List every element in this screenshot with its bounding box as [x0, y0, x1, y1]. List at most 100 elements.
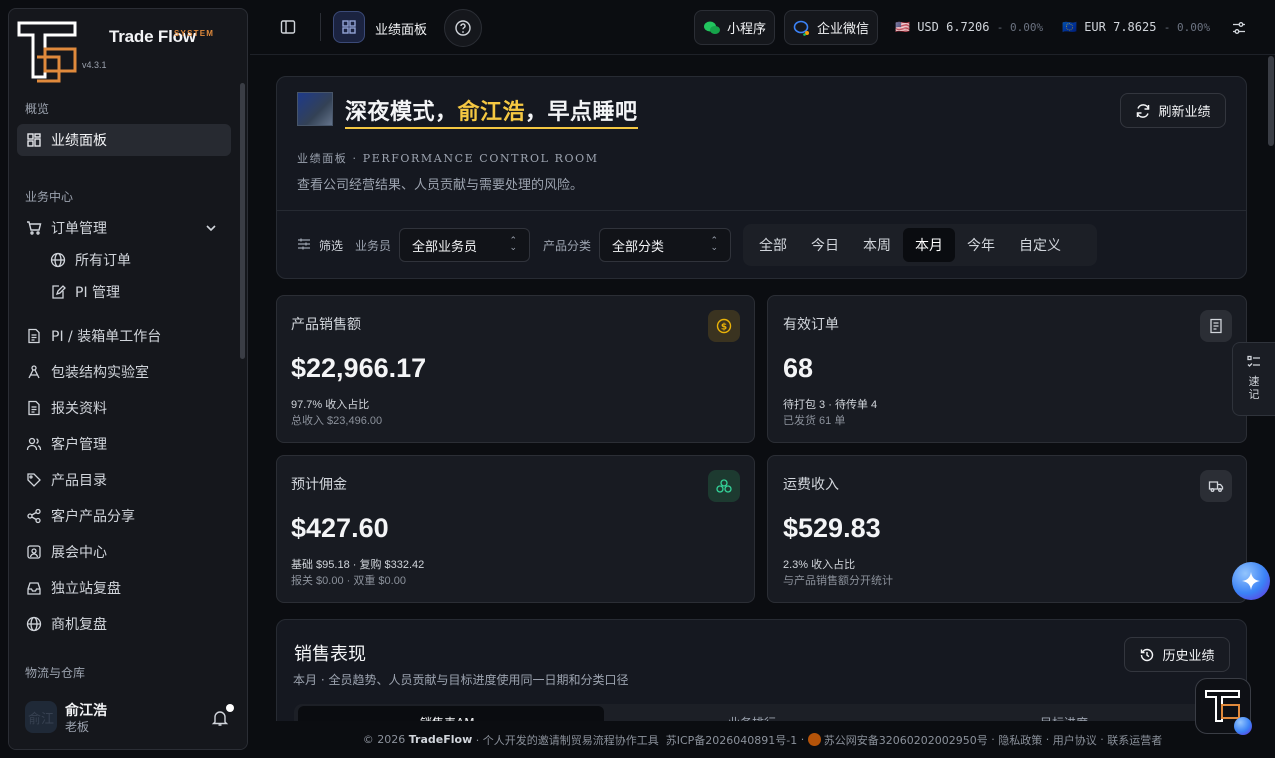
tradeflow-assistant-button[interactable]	[1195, 678, 1252, 735]
eur-code: EUR	[1084, 20, 1106, 34]
footer-tagline: · 个人开发的邀请制贸易流程协作工具	[475, 733, 659, 747]
footer-copyright: © 2026	[362, 733, 406, 746]
eur-rate: 🇪🇺 EUR 7.8625 - 0.00%	[1062, 20, 1210, 34]
sidebar-toggle-icon[interactable]	[280, 19, 296, 35]
sidebar-item-all-orders[interactable]: 所有订单	[42, 244, 231, 276]
sidebar-item-label: 报关资料	[51, 401, 107, 417]
dashboard-page-button[interactable]	[333, 11, 365, 43]
avatar[interactable]: 俞江	[25, 701, 57, 733]
sidebar-item-customs[interactable]: 报关资料	[17, 392, 231, 424]
greeting-heading: 深夜模式，俞江浩，早点睡吧	[345, 94, 638, 129]
sidebar-item-label: 独立站复盘	[51, 581, 121, 597]
period-segmented-control: 全部 今日 本周 本月 今年 自定义	[743, 224, 1097, 266]
footer-contact-link[interactable]: 联系运营者	[1107, 732, 1162, 748]
sidebar-item-exhibition[interactable]: 展会中心	[17, 536, 231, 568]
coins-stack-icon	[708, 470, 740, 502]
version-label: v4.3.1	[82, 60, 107, 70]
sidebar-item-label: 商机复盘	[51, 617, 107, 633]
sidebar: Trade Flow SYSTEM v4.3.1 概览 业绩面板 业务中心 订单…	[8, 8, 248, 750]
sparkle-badge-icon	[1234, 717, 1252, 735]
usd-value: 6.7206	[946, 20, 990, 34]
category-select[interactable]: 全部分类 ⌃ ⌄	[599, 228, 731, 262]
category-value: 全部分类	[612, 239, 665, 255]
sidebar-item-catalog[interactable]: 产品目录	[17, 464, 231, 496]
settings-sliders-icon[interactable]	[1231, 20, 1247, 36]
period-all[interactable]: 全部	[747, 228, 799, 262]
card-sub1: 97.7% 收入占比	[291, 399, 370, 411]
sidebar-item-packaging-lab[interactable]: 包装结构实验室	[17, 356, 231, 388]
section-logistics: 物流与仓库	[25, 666, 86, 680]
tradeflow-logo-icon[interactable]	[15, 17, 81, 83]
wechat-icon	[704, 21, 720, 34]
sidebar-item-pi-manage[interactable]: PI 管理	[42, 276, 231, 308]
sidebar-item-label: 所有订单	[75, 253, 131, 269]
category-label: 产品分类	[543, 239, 592, 253]
sidebar-item-label: 包装结构实验室	[51, 365, 149, 381]
card-value: $22,966.17	[291, 353, 427, 383]
receipt-icon	[1200, 310, 1232, 342]
period-custom[interactable]: 自定义	[1007, 228, 1073, 262]
sidebar-item-orders[interactable]: 订单管理	[17, 212, 231, 244]
ai-assistant-sparkle-icon[interactable]	[1232, 562, 1270, 600]
tag-icon	[27, 473, 41, 487]
mini-program-button[interactable]: 小程序	[694, 10, 775, 45]
sidebar-item-dashboard[interactable]: 业绩面板	[17, 124, 231, 156]
file-text-icon	[28, 400, 40, 416]
refresh-icon	[1137, 103, 1150, 118]
period-year[interactable]: 今年	[955, 228, 1007, 262]
sidebar-item-share[interactable]: 客户产品分享	[17, 500, 231, 532]
cart-icon	[27, 221, 42, 235]
footer-terms-link[interactable]: 用户协议	[1053, 732, 1097, 748]
sidebar-item-site-review[interactable]: 独立站复盘	[17, 572, 231, 604]
sidebar-item-label: PI 管理	[75, 285, 121, 301]
card-sub2: 报关 $0.00 · 双重 $0.00	[291, 575, 406, 587]
section-overview: 概览	[25, 102, 50, 116]
wecom-button[interactable]: 企业微信	[784, 10, 878, 45]
usd-rate: 🇺🇸 USD 6.7206 - 0.00%	[895, 20, 1043, 34]
sidebar-item-label: 订单管理	[51, 221, 107, 237]
period-week[interactable]: 本周	[851, 228, 903, 262]
chevron-down-icon[interactable]	[203, 220, 219, 236]
select-arrows-icon: ⌃ ⌄	[509, 236, 517, 253]
history-icon	[1141, 648, 1154, 661]
sidebar-item-customers[interactable]: 客户管理	[17, 428, 231, 460]
history-label: 历史业绩	[1162, 649, 1215, 664]
refresh-button[interactable]: 刷新业绩	[1120, 93, 1226, 128]
quick-note-tab[interactable]: 速 记	[1232, 342, 1275, 416]
eur-value: 7.8625	[1113, 20, 1157, 34]
card-sub2: 已发货 61 单	[783, 415, 846, 427]
refresh-label: 刷新业绩	[1158, 105, 1211, 120]
content-scrollbar[interactable]	[1268, 56, 1274, 146]
footer-privacy-link[interactable]: 隐私政策	[998, 732, 1042, 748]
sidebar-item-label: 客户管理	[51, 437, 107, 453]
footer-police-link[interactable]: 苏公网安备32060202002950号	[824, 732, 988, 748]
period-month[interactable]: 本月	[903, 228, 955, 262]
topbar-divider	[250, 54, 1275, 55]
period-today[interactable]: 今日	[799, 228, 851, 262]
filter-label: 筛选	[319, 239, 344, 253]
sales-title: 销售表现	[294, 644, 366, 665]
card-value: $529.83	[783, 513, 881, 543]
sidebar-scrollbar[interactable]	[240, 83, 245, 359]
brand-system-tag: SYSTEM	[174, 29, 215, 38]
inbox-icon	[27, 582, 41, 595]
dashboard-icon	[27, 133, 41, 147]
card-title: 有效订单	[783, 317, 839, 333]
card-sub2: 总收入 $23,496.00	[291, 415, 383, 427]
sidebar-item-opportunity[interactable]: 商机复盘	[17, 608, 231, 640]
bell-icon[interactable]	[211, 709, 229, 727]
history-button[interactable]: 历史业绩	[1124, 637, 1230, 672]
mini-program-label: 小程序	[727, 22, 767, 37]
footer-icp-link[interactable]: 苏ICP备2026040891号-1	[666, 732, 798, 748]
sidebar-item-label: 产品目录	[51, 473, 107, 489]
section-business: 业务中心	[25, 190, 74, 204]
card-value: 68	[783, 353, 814, 383]
sidebar-item-pi-workbench[interactable]: PI / 装箱单工作台	[17, 320, 231, 352]
svg-text:$: $	[721, 323, 727, 333]
salesperson-select[interactable]: 全部业务员 ⌃ ⌄	[399, 228, 530, 262]
greeting-prefix: 深夜模式，	[345, 100, 458, 125]
user-name: 俞江浩	[65, 703, 107, 719]
card-value: $427.60	[291, 513, 389, 543]
help-button[interactable]	[444, 9, 482, 47]
document-icon	[28, 328, 40, 344]
